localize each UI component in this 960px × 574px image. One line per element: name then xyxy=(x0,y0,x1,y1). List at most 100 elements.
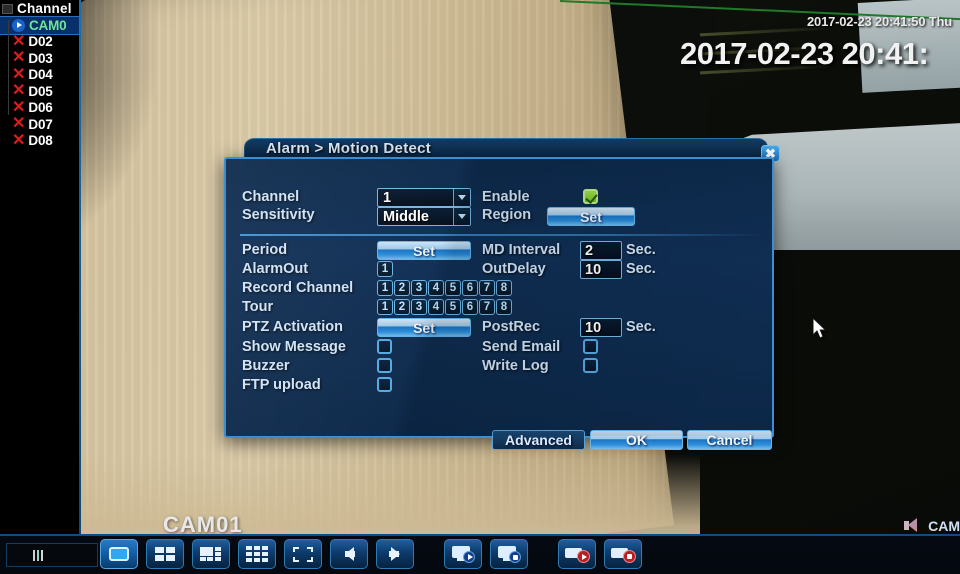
record-channel-chip-3[interactable]: 3 xyxy=(411,280,427,296)
x-icon: ✕ xyxy=(12,82,26,100)
sidebar-item-cam0[interactable]: CAM0 xyxy=(0,16,80,35)
sensitivity-select[interactable]: Middle xyxy=(377,207,471,226)
sidebar-item-d06[interactable]: ✕ D06 xyxy=(0,99,79,117)
md-interval-label: MD Interval xyxy=(482,242,561,258)
record-channel-chip-8[interactable]: 8 xyxy=(496,280,512,296)
channel-list-header: Channel xyxy=(0,0,79,17)
sidebar-item-label: D03 xyxy=(28,50,53,66)
tour-chip-4[interactable]: 4 xyxy=(428,299,444,315)
show-message-label: Show Message xyxy=(242,339,346,355)
view-quad-button[interactable] xyxy=(146,539,184,569)
monitor-icon xyxy=(2,3,13,14)
x-icon: ✕ xyxy=(12,65,26,83)
taskbar[interactable] xyxy=(0,534,960,574)
sidebar-item-d04[interactable]: ✕ D04 xyxy=(0,65,79,84)
sidebar-item-d02[interactable]: ✕ D02 xyxy=(0,33,79,51)
advanced-button[interactable]: Advanced xyxy=(492,430,585,450)
view-single-icon xyxy=(109,547,129,561)
buzzer-checkbox[interactable] xyxy=(377,358,392,373)
record-channel-chip-2[interactable]: 2 xyxy=(394,280,410,296)
record-stop-icon xyxy=(611,546,636,563)
ftp-upload-checkbox[interactable] xyxy=(377,377,392,392)
tour-chip-8[interactable]: 8 xyxy=(496,299,512,315)
camera-audio-label: CAM xyxy=(928,518,960,534)
ok-button[interactable]: OK xyxy=(590,430,683,450)
alarmout-chip-1[interactable]: 1 xyxy=(377,261,393,277)
camera-audio-overlay: CAM xyxy=(904,518,960,534)
motion-detect-dialog: Alarm > Motion Detect ✖ Channel 1 Enable… xyxy=(224,138,827,450)
channel-header-label: Channel xyxy=(17,1,72,16)
taskbar-buttons xyxy=(100,539,642,569)
channel-select[interactable]: 1 xyxy=(377,188,471,207)
postrec-label: PostRec xyxy=(482,319,541,335)
record-channel-label: Record Channel xyxy=(242,280,354,296)
sidebar-item-d07[interactable]: ✕ D07 xyxy=(0,116,79,133)
tour-label: Tour xyxy=(242,299,274,315)
record-play-icon xyxy=(565,546,590,563)
sidebar-item-d05[interactable]: ✕ D05 xyxy=(0,83,79,100)
playback-play-icon xyxy=(452,546,475,563)
tour-chip-3[interactable]: 3 xyxy=(411,299,427,315)
md-interval-unit: Sec. xyxy=(626,242,656,258)
send-email-checkbox[interactable] xyxy=(583,339,598,354)
record-stop-button[interactable] xyxy=(604,539,642,569)
buzzer-label: Buzzer xyxy=(242,358,290,374)
record-channel-chip-6[interactable]: 6 xyxy=(462,280,478,296)
send-email-label: Send Email xyxy=(482,339,561,355)
record-channel-chips[interactable]: 12345678 xyxy=(377,280,512,296)
chevron-down-icon xyxy=(453,189,470,206)
view-six-icon xyxy=(200,546,222,562)
postrec-input[interactable]: 10 xyxy=(580,318,622,337)
x-icon: ✕ xyxy=(12,49,26,67)
period-label: Period xyxy=(242,242,288,258)
fullscreen-button[interactable] xyxy=(284,539,322,569)
write-log-label: Write Log xyxy=(482,358,549,374)
sidebar-item-label: D06 xyxy=(28,100,53,116)
view-quad-icon xyxy=(155,547,175,561)
outdelay-input[interactable]: 10 xyxy=(580,260,622,279)
alarmout-label: AlarmOut xyxy=(242,261,309,277)
tour-chip-6[interactable]: 6 xyxy=(462,299,478,315)
period-set-button[interactable]: Set xyxy=(377,241,471,260)
view-nine-button[interactable] xyxy=(238,539,276,569)
ptz-set-button[interactable]: Set xyxy=(377,318,471,337)
write-log-checkbox[interactable] xyxy=(583,358,598,373)
view-single-button[interactable] xyxy=(100,539,138,569)
ftp-upload-label: FTP upload xyxy=(242,377,321,393)
tour-chip-2[interactable]: 2 xyxy=(394,299,410,315)
record-channel-chip-4[interactable]: 4 xyxy=(428,280,444,296)
enable-checkbox[interactable] xyxy=(583,189,598,204)
x-icon: ✕ xyxy=(12,131,26,149)
playback-play-button[interactable] xyxy=(444,539,482,569)
show-message-checkbox[interactable] xyxy=(377,339,392,354)
outdelay-unit: Sec. xyxy=(626,261,656,277)
view-six-button[interactable] xyxy=(192,539,230,569)
playback-pause-icon xyxy=(498,546,521,563)
record-play-button[interactable] xyxy=(558,539,596,569)
record-channel-chip-1[interactable]: 1 xyxy=(377,280,393,296)
sidebar-item-label: CAM0 xyxy=(29,17,67,33)
next-button[interactable] xyxy=(376,539,414,569)
chevron-down-icon xyxy=(453,208,470,225)
record-channel-chip-5[interactable]: 5 xyxy=(445,280,461,296)
sidebar-item-d08[interactable]: ✕ D08 xyxy=(0,131,79,150)
tour-chip-7[interactable]: 7 xyxy=(479,299,495,315)
channel-label: Channel xyxy=(242,189,300,205)
dialog-body: Channel 1 Enable Sensitivity Middle Regi… xyxy=(224,157,774,450)
previous-button[interactable] xyxy=(330,539,368,569)
outdelay-label: OutDelay xyxy=(482,261,546,277)
record-channel-chip-7[interactable]: 7 xyxy=(479,280,495,296)
tour-chip-5[interactable]: 5 xyxy=(445,299,461,315)
channel-sidebar[interactable]: Channel CAM0 ✕ D02 ✕ D03 ✕ D04 ✕ D05 ✕ D… xyxy=(0,0,80,534)
next-icon xyxy=(388,547,400,561)
sidebar-item-label: D07 xyxy=(28,116,53,132)
postrec-unit: Sec. xyxy=(626,319,656,335)
region-set-button[interactable]: Set xyxy=(547,207,635,226)
sidebar-item-label: D04 xyxy=(28,67,53,83)
sidebar-item-d03[interactable]: ✕ D03 xyxy=(0,50,79,67)
tour-chips[interactable]: 12345678 xyxy=(377,299,512,315)
tour-chip-1[interactable]: 1 xyxy=(377,299,393,315)
playback-pause-button[interactable] xyxy=(490,539,528,569)
cancel-button[interactable]: Cancel xyxy=(687,430,772,450)
md-interval-input[interactable]: 2 xyxy=(580,241,622,260)
